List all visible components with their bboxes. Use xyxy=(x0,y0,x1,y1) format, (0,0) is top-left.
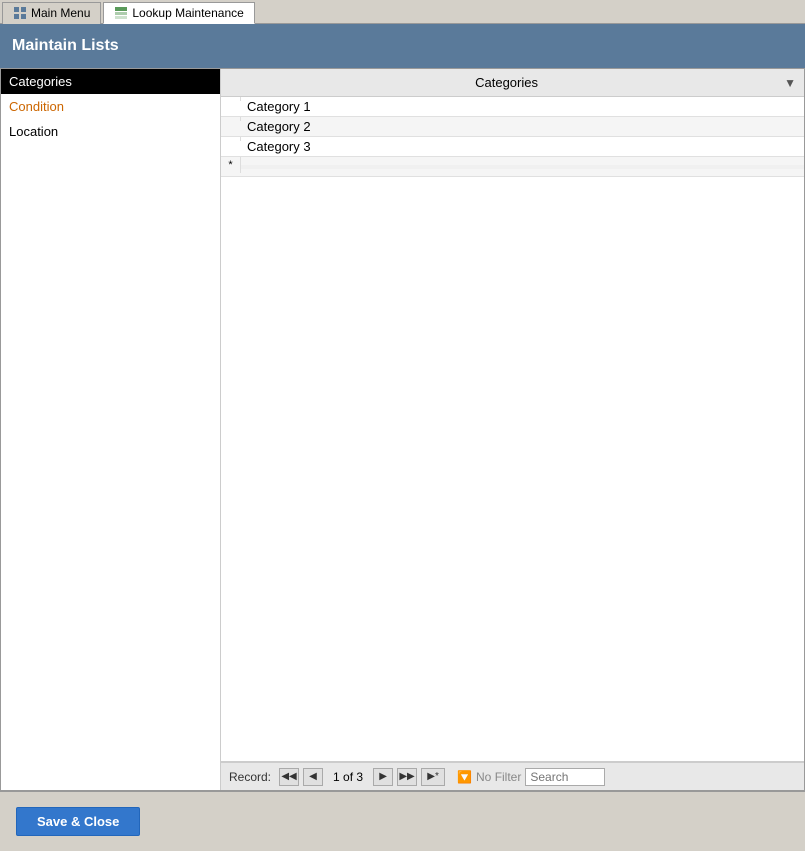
sidebar-item-categories[interactable]: Categories xyxy=(1,69,220,94)
nav-first-button[interactable]: ◀◀ xyxy=(279,768,299,786)
grid-column-header: Categories xyxy=(229,75,784,90)
grid-header-dropdown[interactable]: ▼ xyxy=(784,76,796,90)
search-input[interactable] xyxy=(525,768,605,786)
table-row[interactable]: Category 3 xyxy=(221,137,804,157)
nav-new-button[interactable]: ▶* xyxy=(421,768,445,786)
row-selector-new: * xyxy=(221,157,241,173)
tab-lookup-maintenance[interactable]: Lookup Maintenance xyxy=(103,2,254,24)
save-close-button[interactable]: Save & Close xyxy=(16,807,140,836)
page-title: Maintain Lists xyxy=(12,37,119,55)
filter-icon: 🔽 xyxy=(457,770,472,784)
row-cell-new[interactable] xyxy=(241,165,804,169)
title-bar: Maintain Lists xyxy=(0,24,805,68)
grid-header: Categories ▼ xyxy=(221,69,804,97)
table-row-new[interactable]: * xyxy=(221,157,804,177)
table-row[interactable]: Category 1 xyxy=(221,97,804,117)
nav-bar: Record: ◀◀ ◀ 1 of 3 ▶ ▶▶ ▶* 🔽 No Filter xyxy=(221,762,804,790)
tab-lookup-maintenance-label: Lookup Maintenance xyxy=(132,6,243,20)
grid-icon xyxy=(13,6,27,20)
table-row[interactable]: Category 2 xyxy=(221,117,804,137)
row-selector-1 xyxy=(221,97,241,101)
row-cell-1[interactable]: Category 1 xyxy=(241,97,804,116)
row-cell-3[interactable]: Category 3 xyxy=(241,137,804,156)
sidebar-item-condition[interactable]: Condition xyxy=(1,94,220,119)
nav-prev-button[interactable]: ◀ xyxy=(303,768,323,786)
record-label: Record: xyxy=(229,770,271,784)
nav-filter: 🔽 No Filter xyxy=(457,770,521,784)
bottom-bar: Save & Close xyxy=(0,791,805,851)
right-panel: Categories ▼ Category 1 Category 2 Categ… xyxy=(221,69,804,790)
no-filter-label: No Filter xyxy=(476,770,521,784)
row-selector-2 xyxy=(221,117,241,121)
row-selector-3 xyxy=(221,137,241,141)
tab-main-menu[interactable]: Main Menu xyxy=(2,2,101,24)
main-content: Categories Condition Location Categories… xyxy=(0,68,805,791)
nav-position: 1 of 3 xyxy=(327,770,369,784)
row-cell-2[interactable]: Category 2 xyxy=(241,117,804,136)
nav-last-button[interactable]: ▶▶ xyxy=(397,768,417,786)
grid-body: Category 1 Category 2 Category 3 * xyxy=(221,97,804,762)
table-icon xyxy=(114,6,128,20)
left-panel: Categories Condition Location xyxy=(1,69,221,790)
nav-next-button[interactable]: ▶ xyxy=(373,768,393,786)
tab-bar: Main Menu Lookup Maintenance xyxy=(0,0,805,24)
sidebar-item-location[interactable]: Location xyxy=(1,119,220,144)
tab-main-menu-label: Main Menu xyxy=(31,6,90,20)
